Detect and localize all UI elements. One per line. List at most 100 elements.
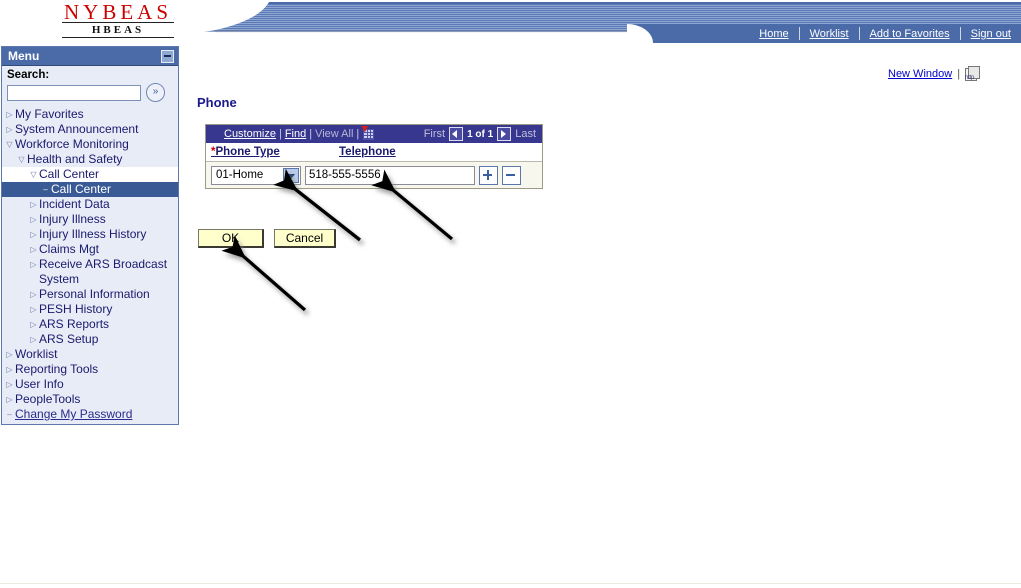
add-row-button[interactable]: [479, 165, 498, 185]
grid-toolbar-pipe: |: [278, 128, 282, 140]
pager-first-label[interactable]: First: [424, 128, 445, 140]
sidebar-item-my-favorites[interactable]: ▷ My Favorites: [2, 107, 178, 122]
grid-view-all-link[interactable]: View All: [315, 128, 353, 140]
minimize-icon[interactable]: [161, 49, 174, 63]
nav-worklist[interactable]: Worklist: [800, 28, 859, 40]
search-input[interactable]: [7, 84, 141, 101]
sidebar-item-pesh-history[interactable]: ▷ PESH History: [2, 302, 178, 317]
sidebar-item-receive-ars-broadcast-system[interactable]: ▷ Receive ARS Broadcast System: [2, 257, 178, 287]
sidebar-item-label: Workforce Monitoring: [15, 137, 129, 151]
twisty-collapsed-icon[interactable]: ▷: [28, 317, 39, 332]
twisty-collapsed-icon[interactable]: ▷: [28, 257, 39, 272]
telephone-input[interactable]: [305, 165, 475, 185]
twisty-collapsed-icon[interactable]: ▷: [4, 347, 15, 362]
nav-sign-out[interactable]: Sign out: [961, 28, 1021, 40]
sidebar-item-call-center[interactable]: ▽ Call Center: [2, 167, 178, 182]
chevron-down-icon[interactable]: [283, 167, 299, 183]
grid-toolbar-pipe: |: [309, 128, 313, 140]
menu-search-area: Search: »: [2, 66, 178, 106]
sidebar-item-peopletools[interactable]: ▷ PeopleTools: [2, 392, 178, 407]
sidebar-item-label: ARS Setup: [39, 332, 99, 346]
twisty-expanded-icon[interactable]: ▽: [4, 137, 15, 152]
logo-secondary-text: HBEAS: [62, 23, 174, 38]
twisty-expanded-icon[interactable]: ▽: [16, 152, 27, 167]
logo-primary-text: NYBEAS: [62, 0, 174, 24]
column-header-telephone[interactable]: Telephone: [339, 146, 396, 158]
nav-home[interactable]: Home: [749, 28, 798, 40]
twisty-collapsed-icon[interactable]: ▷: [28, 227, 39, 242]
http-copy-icon[interactable]: http: [965, 66, 981, 82]
http-icon-label: http: [965, 75, 974, 81]
search-label: Search:: [7, 69, 50, 81]
twisty-collapsed-icon[interactable]: ▷: [28, 212, 39, 227]
previous-arrow-icon[interactable]: [449, 127, 464, 141]
sidebar-item-label: Injury Illness: [39, 212, 106, 226]
sidebar-item-label: Receive ARS Broadcast System: [39, 257, 168, 286]
menu-title: Menu: [8, 49, 40, 63]
grid-column-headers: *Phone Type Telephone: [206, 143, 542, 162]
delete-row-button[interactable]: [502, 165, 521, 185]
twisty-collapsed-icon[interactable]: ▷: [28, 332, 39, 347]
search-go-icon[interactable]: »: [146, 83, 165, 102]
twisty-collapsed-icon[interactable]: ▷: [4, 107, 15, 122]
search-row: »: [7, 83, 173, 102]
new-window-separator: |: [957, 68, 961, 80]
dash-icon: –: [43, 185, 48, 194]
table-row: 01-Home: [206, 162, 542, 188]
nav-add-to-favorites[interactable]: Add to Favorites: [860, 28, 960, 40]
sidebar-item-injury-illness-history[interactable]: ▷ Injury Illness History: [2, 227, 178, 242]
twisty-collapsed-icon[interactable]: ▷: [28, 242, 39, 257]
twisty-collapsed-icon[interactable]: ▷: [4, 377, 15, 392]
phone-type-select[interactable]: 01-Home: [211, 165, 301, 185]
twisty-collapsed-icon[interactable]: ▷: [4, 362, 15, 377]
top-navigation-bar: Home Worklist Add to Favorites Sign out: [627, 24, 1021, 43]
sidebar-item-label: Call Center: [51, 182, 112, 196]
sidebar-item-ars-reports[interactable]: ▷ ARS Reports: [2, 317, 178, 332]
twisty-collapsed-icon[interactable]: ▷: [28, 197, 39, 212]
spreadsheet-download-icon[interactable]: [361, 125, 376, 141]
grid-customize-link[interactable]: Customize: [224, 128, 276, 140]
twisty-expanded-icon[interactable]: ▽: [28, 167, 39, 182]
cancel-button[interactable]: Cancel: [274, 229, 336, 248]
twisty-collapsed-icon[interactable]: ▷: [28, 302, 39, 317]
sidebar-item-system-announcement[interactable]: ▷ System Announcement: [2, 122, 178, 137]
grid-pager: First 1 of 1 Last: [424, 127, 538, 141]
column-header-phone-type[interactable]: *Phone Type: [211, 146, 339, 158]
sidebar-item-label: Claims Mgt: [39, 242, 100, 256]
twisty-collapsed-icon[interactable]: ▷: [4, 392, 15, 407]
sidebar-item-personal-information[interactable]: ▷ Personal Information: [2, 287, 178, 302]
pager-last-label[interactable]: Last: [515, 128, 536, 140]
sidebar-item-injury-illness[interactable]: ▷ Injury Illness: [2, 212, 178, 227]
twisty-collapsed-icon[interactable]: ▷: [28, 287, 39, 302]
sidebar-item-label: PESH History: [39, 302, 113, 316]
pager-counter: 1 of 1: [467, 128, 494, 140]
sidebar-item-claims-mgt[interactable]: ▷ Claims Mgt: [2, 242, 178, 257]
phone-grid: Customize | Find | View All | First 1 of…: [205, 124, 543, 189]
sidebar-item-change-my-password[interactable]: – Change My Password: [2, 407, 178, 422]
menu-tree: ▷ My Favorites ▷ System Announcement ▽ Workfo…: [2, 106, 178, 424]
twisty-collapsed-icon[interactable]: ▷: [4, 122, 15, 137]
sidebar-item-label: PeopleTools: [15, 392, 81, 406]
new-window-area: New Window | http: [888, 66, 981, 82]
ok-button[interactable]: OK: [198, 229, 264, 248]
sidebar-item-label: Reporting Tools: [15, 362, 99, 376]
sidebar-item-call-center[interactable]: – Call Center: [2, 182, 178, 197]
sidebar-item-label: Personal Information: [39, 287, 150, 301]
arrow-to-ok-button: [221, 235, 307, 312]
sidebar-item-reporting-tools[interactable]: ▷ Reporting Tools: [2, 362, 178, 377]
sidebar-item-label: ARS Reports: [39, 317, 110, 331]
action-buttons: OK Cancel: [198, 229, 336, 248]
sidebar-item-incident-data[interactable]: ▷ Incident Data: [2, 197, 178, 212]
new-window-link[interactable]: New Window: [888, 68, 952, 80]
next-arrow-icon[interactable]: [497, 127, 512, 141]
sidebar-item-workforce-monitoring[interactable]: ▽ Workforce Monitoring: [2, 137, 178, 152]
sidebar-item-user-info[interactable]: ▷ User Info: [2, 377, 178, 392]
phone-type-selected-value: 01-Home: [216, 169, 264, 181]
sidebar-item-label: System Announcement: [15, 122, 139, 136]
column-header-phone-type-label: Phone Type: [215, 146, 280, 158]
sidebar-item-label: User Info: [15, 377, 64, 391]
sidebar-item-health-and-safety[interactable]: ▽ Health and Safety: [2, 152, 178, 167]
sidebar-item-worklist[interactable]: ▷ Worklist: [2, 347, 178, 362]
sidebar-item-ars-setup[interactable]: ▷ ARS Setup: [2, 332, 178, 347]
grid-find-link[interactable]: Find: [285, 128, 306, 140]
